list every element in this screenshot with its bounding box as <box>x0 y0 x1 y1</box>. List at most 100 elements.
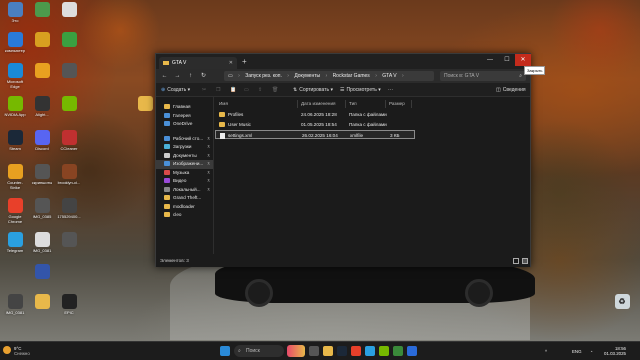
rename-icon[interactable]: ▭ <box>244 85 249 95</box>
desktop-icon[interactable]: скриншоты <box>30 164 54 185</box>
desktop-icon[interactable] <box>30 63 54 79</box>
desktop-icon[interactable] <box>57 232 81 248</box>
tray-chevron-icon[interactable]: ^ <box>545 349 547 354</box>
nvidia-taskbar-icon[interactable] <box>379 346 389 356</box>
desktop-icon[interactable] <box>57 96 81 112</box>
paste-icon[interactable]: 📋 <box>230 85 236 95</box>
desktop-icon[interactable] <box>30 32 54 48</box>
copy-icon[interactable]: ❐ <box>216 85 220 95</box>
tab-close-icon[interactable]: ✕ <box>229 60 233 66</box>
file-row[interactable]: User Music 01.05.2025 18:54 Папка с файлам… <box>215 120 415 129</box>
back-arrow-icon[interactable]: ← <box>160 71 169 81</box>
telegram-taskbar-icon[interactable] <box>365 346 375 356</box>
recycle-bin[interactable]: ♻ <box>610 294 634 310</box>
column-type[interactable]: Тип <box>349 99 357 108</box>
breadcrumb-item[interactable]: GTA V <box>382 73 396 79</box>
pin-icon[interactable]: ⊼ <box>207 177 210 186</box>
desktop-icon[interactable]: IMG_0381 <box>3 294 27 315</box>
pin-icon[interactable]: ⊼ <box>207 152 210 161</box>
language-indicator[interactable]: ENG <box>572 349 582 354</box>
wifi-icon[interactable]: ◔ <box>590 349 593 354</box>
desktop-icon[interactable] <box>30 2 54 18</box>
minimize-button[interactable]: — <box>482 54 498 66</box>
sort-button[interactable]: ⇅ Сортировать ▾ <box>293 85 333 95</box>
search-input[interactable]: Поиск в: GTA V ⌕ <box>440 71 526 81</box>
desktop-icon[interactable]: Steam <box>3 130 27 151</box>
taskbar-search[interactable]: ⌕ Поиск <box>234 345 284 357</box>
desktop-icon[interactable]: компьютер <box>3 32 27 53</box>
sidebar-item[interactable]: Загрузки ⊼ <box>156 143 213 152</box>
desktop-icon[interactable]: IMG_0385 <box>30 198 54 219</box>
desktop-icon[interactable]: Alight... <box>30 96 54 117</box>
desktop-icon[interactable] <box>30 294 54 310</box>
steam-taskbar-icon[interactable] <box>337 346 347 356</box>
desktop-icon[interactable]: NVIDIA App <box>3 96 27 117</box>
sidebar-item[interactable]: Grand Theft... <box>156 194 213 203</box>
desktop-icon[interactable]: Google Chrome <box>3 198 27 224</box>
desktop-icon[interactable]: 175529400... <box>57 198 81 219</box>
column-date[interactable]: Дата изменения <box>301 99 336 108</box>
sidebar-item[interactable]: Галерея <box>156 112 213 121</box>
file-row[interactable]: Profiles 24.06.2025 18:28 Папка с файлами <box>215 110 415 119</box>
create-button[interactable]: ⊕ Создать ▾ <box>161 85 190 95</box>
sidebar-item[interactable]: Изображени... ⊼ <box>156 160 213 169</box>
breadcrumb-item[interactable]: Rockstar Games <box>333 73 370 79</box>
desktop-icon[interactable]: Discord <box>30 130 54 151</box>
file-explorer-taskbar-icon[interactable] <box>323 346 333 356</box>
sidebar-item[interactable]: Главная <box>156 103 213 112</box>
sidebar-item[interactable]: Музыка ⊼ <box>156 169 213 178</box>
details-button[interactable]: ◫ Сведения <box>496 85 526 95</box>
cut-icon[interactable]: ✂ <box>202 85 206 95</box>
desktop-icon[interactable]: EPIC <box>57 294 81 315</box>
pin-icon[interactable]: ⊼ <box>207 160 210 169</box>
widgets-banner[interactable] <box>287 345 305 357</box>
task-view-icon[interactable] <box>309 346 319 356</box>
new-tab-button[interactable]: + <box>242 57 247 66</box>
app-taskbar-icon[interactable] <box>393 346 403 356</box>
weather-widget[interactable]: 9°C Снежно <box>14 346 30 356</box>
breadcrumb[interactable]: ▭ › Запуск рез. коп. › Документы › Rocks… <box>224 71 434 81</box>
desktop-icon[interactable]: CCleaner <box>57 130 81 151</box>
up-arrow-icon[interactable]: ↑ <box>186 71 195 81</box>
sidebar-item[interactable]: Видео ⊼ <box>156 177 213 186</box>
column-name[interactable]: Имя <box>219 99 228 108</box>
view-button[interactable]: ☰ Просмотреть ▾ <box>340 85 381 95</box>
desktop-icon[interactable]: Telegram <box>3 232 27 253</box>
desktop-folder-right[interactable] <box>133 96 157 112</box>
desktop-icon[interactable]: Это <box>3 2 27 23</box>
tiles-view-icon[interactable] <box>522 258 528 264</box>
close-button[interactable]: ✕ <box>515 54 531 66</box>
sidebar-item[interactable]: Рабочий сто... ⊼ <box>156 135 213 144</box>
refresh-icon[interactable]: ↻ <box>199 71 208 81</box>
desktop-icon[interactable] <box>57 32 81 48</box>
clock[interactable]: 18:56 01.03.2025 <box>604 346 626 356</box>
pin-icon[interactable]: ⊼ <box>207 186 210 195</box>
desktop-icon[interactable]: brooklyn-ci... <box>57 164 81 185</box>
breadcrumb-item[interactable]: Документы <box>294 73 320 79</box>
more-button[interactable]: ··· <box>388 85 393 95</box>
column-size[interactable]: Размер <box>389 99 405 108</box>
forward-arrow-icon[interactable]: → <box>173 71 182 81</box>
desktop-icon[interactable]: Microsoft Edge <box>3 63 27 89</box>
desktop-icon[interactable]: Counter-Strike <box>3 164 27 190</box>
desktop-icon[interactable] <box>57 63 81 79</box>
sidebar-item[interactable]: Локальный... ⊼ <box>156 186 213 195</box>
delete-icon[interactable]: 🗑 <box>272 85 278 95</box>
desktop-icon[interactable] <box>30 264 54 280</box>
desktop-icon[interactable] <box>57 2 81 18</box>
desktop-icon[interactable]: IMG_0381 <box>30 232 54 253</box>
maximize-button[interactable]: ☐ <box>499 54 515 66</box>
pin-icon[interactable]: ⊼ <box>207 169 210 178</box>
breadcrumb-item[interactable]: Запуск рез. коп. <box>245 73 282 79</box>
start-button[interactable] <box>220 346 230 356</box>
tab-gta-v[interactable]: GTA V ✕ <box>159 57 237 69</box>
sidebar-item[interactable]: OneDrive <box>156 120 213 129</box>
chrome-taskbar-icon[interactable] <box>351 346 361 356</box>
details-view-icon[interactable] <box>513 258 519 264</box>
sidebar-item[interactable]: modloader <box>156 203 213 212</box>
pin-icon[interactable]: ⊼ <box>207 135 210 144</box>
app-taskbar-icon[interactable] <box>407 346 417 356</box>
share-icon[interactable]: ⇪ <box>258 85 262 95</box>
sidebar-item[interactable]: cleo <box>156 211 213 220</box>
pin-icon[interactable]: ⊼ <box>207 143 210 152</box>
